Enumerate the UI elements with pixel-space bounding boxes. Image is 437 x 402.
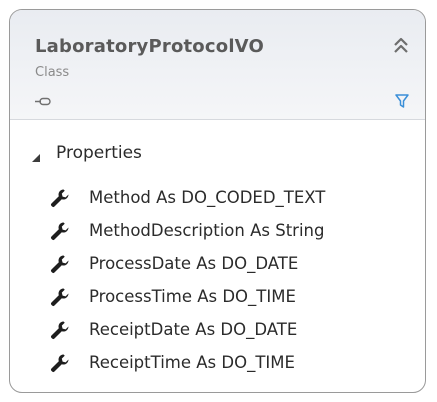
property-item[interactable]: MethodDescription As String	[50, 214, 325, 247]
wrench-icon	[50, 221, 70, 241]
property-item[interactable]: ProcessTime As DO_TIME	[50, 280, 325, 313]
property-label: ProcessTime As DO_TIME	[89, 287, 296, 306]
property-item[interactable]: Method As DO_CODED_TEXT	[50, 181, 325, 214]
wrench-icon	[50, 254, 70, 274]
property-label: MethodDescription As String	[89, 221, 325, 240]
wrench-icon	[50, 287, 70, 307]
class-shape[interactable]: LaboratoryProtocolVO Class Properties Me…	[9, 9, 426, 393]
toggle-icon	[34, 93, 52, 106]
double-chevron-up-icon[interactable]	[391, 36, 411, 56]
property-item[interactable]: ReceiptTime As DO_TIME	[50, 346, 325, 379]
property-label: ProcessDate As DO_DATE	[89, 254, 299, 273]
property-label: ReceiptTime As DO_TIME	[89, 353, 295, 372]
property-label: Method As DO_CODED_TEXT	[89, 188, 326, 207]
property-item[interactable]: ProcessDate As DO_DATE	[50, 247, 325, 280]
wrench-icon	[50, 320, 70, 340]
properties-section: Properties Method As DO_CODED_TEXT Metho…	[10, 119, 425, 392]
properties-section-header[interactable]: Properties	[32, 141, 142, 165]
class-title: LaboratoryProtocolVO	[35, 36, 264, 57]
section-label: Properties	[56, 143, 142, 163]
wrench-icon	[50, 188, 70, 208]
property-item[interactable]: ReceiptDate As DO_DATE	[50, 313, 325, 346]
property-list: Method As DO_CODED_TEXT MethodDescriptio…	[50, 181, 325, 379]
filter-icon[interactable]	[395, 93, 409, 109]
property-label: ReceiptDate As DO_DATE	[89, 320, 298, 339]
class-header: LaboratoryProtocolVO Class	[10, 10, 425, 120]
wrench-icon	[50, 353, 70, 373]
class-kind-label: Class	[35, 65, 70, 80]
expand-triangle-icon[interactable]	[32, 148, 42, 162]
